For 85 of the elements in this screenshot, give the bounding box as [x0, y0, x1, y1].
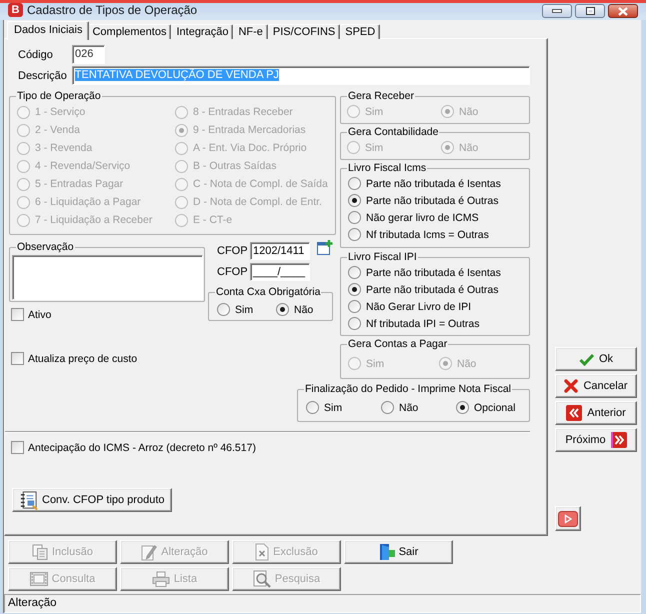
next-button[interactable]: Próximo: [555, 428, 637, 452]
cfop-field[interactable]: 1202/1411: [250, 242, 310, 260]
radio-option[interactable]: Não Gerar Livro de IPI: [348, 298, 529, 315]
film-icon: [30, 572, 48, 586]
pencil-icon: [141, 543, 158, 561]
radio-icon[interactable]: [348, 300, 361, 313]
cancel-button[interactable]: Cancelar: [555, 374, 637, 398]
radio-option[interactable]: Não: [276, 301, 332, 318]
radio-option[interactable]: Sim: [306, 399, 381, 416]
code-field[interactable]: 026: [72, 45, 105, 64]
radio-icon[interactable]: [276, 303, 289, 316]
field-label: CFOP: [217, 245, 249, 257]
double-chevron-right-icon: [610, 432, 627, 448]
previous-button[interactable]: Anterior: [555, 401, 637, 425]
close-button[interactable]: [608, 4, 638, 18]
checkbox-option[interactable]: Ativo: [11, 308, 205, 321]
toolbar-button[interactable]: Sair: [344, 540, 453, 564]
field-label: Descrição: [18, 70, 68, 82]
field-label: Código: [18, 48, 54, 60]
radio-icon[interactable]: [348, 317, 361, 330]
tab[interactable]: NF-e: [233, 24, 268, 39]
window-title: Cadastro de Tipos de Operação: [27, 3, 198, 18]
checkbox-icon[interactable]: [11, 308, 24, 321]
play-button[interactable]: [555, 506, 581, 531]
tab[interactable]: Integração: [171, 24, 234, 39]
group-label: Livro Fiscal IPI: [347, 251, 418, 264]
group-label: Observação: [16, 241, 75, 254]
checkbox-option[interactable]: Antecipação do ICMS - Arroz (decreto nº 46.517): [11, 441, 530, 454]
conv-cfop-button[interactable]: Conv. CFOP tipo produto: [12, 488, 172, 512]
tab[interactable]: SPED: [340, 24, 380, 39]
group-label: Tipo de Operação: [16, 90, 102, 103]
notebook-icon: [19, 490, 38, 510]
radio-option[interactable]: Parte não tributada é Outras: [348, 281, 529, 298]
check-icon: [578, 352, 594, 366]
group-label: Gera Contabilidade: [347, 126, 440, 139]
radio-option[interactable]: Sim: [217, 301, 276, 318]
document-plus-icon[interactable]: [317, 240, 333, 255]
maximize-button[interactable]: [575, 4, 605, 18]
tab[interactable]: Dados Iniciais: [7, 21, 90, 40]
radio-icon[interactable]: [217, 303, 230, 316]
group-label: Gera Receber: [347, 90, 415, 103]
group-label: Livro Fiscal Icms: [347, 162, 428, 175]
radio-option[interactable]: Não gerar livro de ICMS: [348, 209, 529, 226]
radio-icon[interactable]: [348, 177, 361, 190]
observation-field[interactable]: [12, 255, 203, 300]
radio-icon[interactable]: [348, 266, 361, 279]
ok-button[interactable]: Ok: [555, 347, 637, 371]
checkbox-icon[interactable]: [11, 352, 24, 365]
cancel-icon: [564, 379, 578, 393]
group-label: Conta Cxa Obrigatória: [215, 286, 322, 299]
radio-option[interactable]: Opcional: [456, 399, 529, 416]
field-label: CFOP: [217, 266, 249, 278]
radio-icon[interactable]: [348, 228, 361, 241]
radio-option[interactable]: Nf tributada IPI = Outras: [348, 315, 529, 332]
radio-option[interactable]: Parte não tributada é Outras: [348, 192, 529, 209]
double-chevron-left-icon: [566, 405, 582, 421]
document-x-icon: [255, 543, 270, 561]
app-logo: B: [8, 3, 23, 17]
door-icon: [378, 543, 395, 561]
radio-icon[interactable]: [348, 194, 361, 207]
status-bar: Alteração: [4, 594, 641, 613]
printer-icon: [152, 571, 170, 587]
radio-option[interactable]: Nf tributada Icms = Outras: [348, 226, 529, 243]
radio-icon[interactable]: [348, 283, 361, 296]
radio-option[interactable]: Parte não tributada é Isentas: [348, 264, 529, 281]
search-icon: [252, 570, 271, 588]
radio-icon[interactable]: [456, 401, 469, 414]
play-icon: [558, 510, 578, 526]
close-icon: [618, 6, 628, 16]
tab[interactable]: PIS/COFINS: [268, 24, 340, 39]
radio-icon[interactable]: [381, 401, 394, 414]
minimize-button[interactable]: [542, 4, 572, 18]
radio-icon[interactable]: [306, 401, 319, 414]
minimize-icon: [552, 9, 562, 13]
radio-option[interactable]: Não: [381, 399, 456, 416]
maximize-icon: [586, 7, 594, 15]
checkbox-option[interactable]: Atualiza preço de custo: [11, 352, 336, 365]
group-label: Gera Contas a Pagar: [347, 338, 448, 351]
group-label: Finalização do Pedido - Imprime Nota Fiscal: [304, 383, 512, 396]
tab[interactable]: Complementos: [87, 24, 172, 39]
copy-pages-icon: [32, 544, 48, 560]
cfop-field[interactable]: ____/____: [250, 263, 310, 281]
checkbox-icon[interactable]: [11, 441, 24, 454]
radio-icon[interactable]: [348, 211, 361, 224]
radio-option[interactable]: Parte não tributada é Isentas: [348, 175, 529, 192]
